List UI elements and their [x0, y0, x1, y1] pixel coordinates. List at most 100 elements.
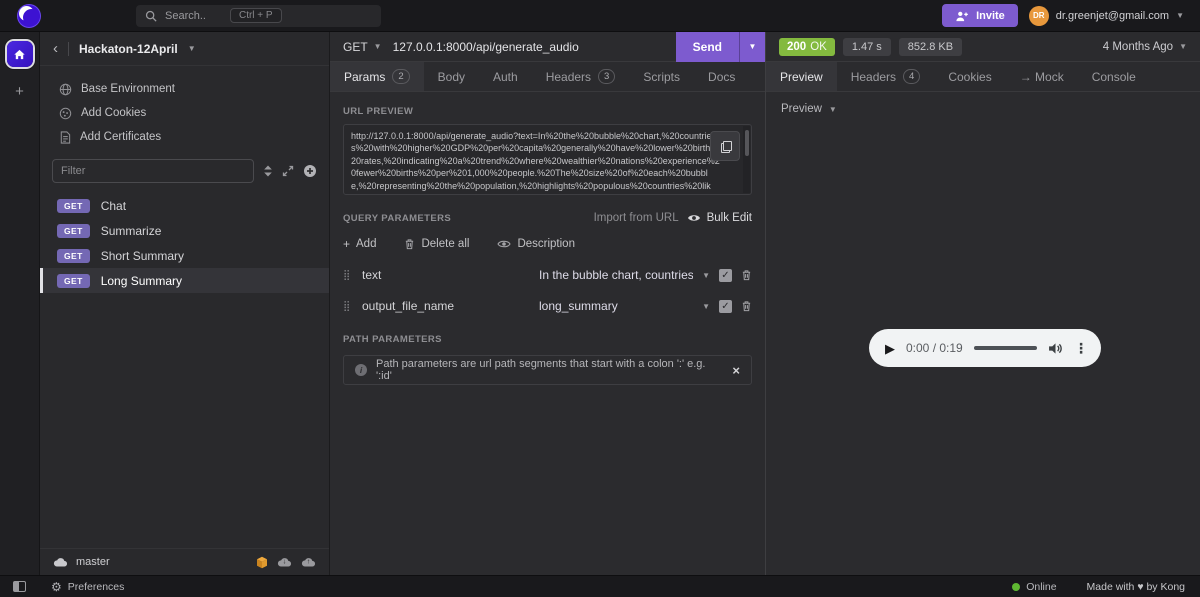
- git-branch-label[interactable]: master: [76, 556, 110, 568]
- online-status[interactable]: Online: [1012, 581, 1057, 593]
- close-icon[interactable]: ×: [732, 363, 740, 378]
- drag-handle-icon[interactable]: ⣿: [343, 270, 353, 281]
- bulk-edit-label: Bulk Edit: [706, 212, 752, 224]
- param-value-input[interactable]: In the bubble chart, countries with hig: [539, 268, 693, 282]
- tab-label: Cookies: [948, 69, 992, 84]
- add-cookies-item[interactable]: Add Cookies: [40, 101, 329, 125]
- tab-body[interactable]: Body: [424, 62, 479, 91]
- audio-seek-slider[interactable]: [973, 346, 1037, 350]
- request-pane: GET ▼ 127.0.0.1:8000/api/generate_audio …: [330, 31, 765, 575]
- avatar: DR: [1028, 5, 1049, 26]
- tab-params[interactable]: Params 2: [330, 62, 424, 91]
- param-row-text: ⣿ text In the bubble chart, countries wi…: [343, 268, 752, 282]
- workspace-rail: +: [0, 32, 40, 575]
- param-enabled-checkbox[interactable]: ✓: [719, 268, 732, 282]
- cloud-pull-icon[interactable]: ↓: [277, 557, 292, 567]
- divider: [68, 41, 69, 56]
- base-environment-item[interactable]: Base Environment: [40, 77, 329, 101]
- request-url-input[interactable]: 127.0.0.1:8000/api/generate_audio: [393, 40, 579, 54]
- delete-param-icon[interactable]: [741, 269, 752, 281]
- volume-icon[interactable]: [1048, 342, 1063, 355]
- request-item-summarize[interactable]: GET Summarize: [40, 218, 329, 243]
- param-row-output-file-name: ⣿ output_file_name long_summary ▼ ✓: [343, 299, 752, 313]
- info-text: Path parameters are url path segments th…: [376, 358, 706, 382]
- search-placeholder: Search..: [165, 9, 206, 22]
- response-header: 200 OK 1.47 s 852.8 KB 4 Months Ago ▼: [766, 32, 1200, 62]
- method-badge: GET: [57, 198, 90, 213]
- path-parameters-label: PATH PARAMETERS: [343, 334, 442, 345]
- request-name: Chat: [100, 198, 127, 213]
- tab-scripts[interactable]: Scripts: [629, 62, 694, 91]
- global-search-input[interactable]: Search.. Ctrl + P: [136, 4, 381, 27]
- method-dropdown[interactable]: GET ▼: [343, 40, 382, 54]
- audio-player: ▶ 0:00 / 0:19 ⋮: [869, 329, 1101, 367]
- param-enabled-checkbox[interactable]: ✓: [719, 299, 732, 313]
- copy-url-button[interactable]: [710, 131, 740, 161]
- status-text: OK: [810, 40, 827, 53]
- toggle-description-button[interactable]: Description: [497, 238, 575, 250]
- tab-auth[interactable]: Auth: [479, 62, 532, 91]
- expand-icon[interactable]: [282, 165, 294, 177]
- tab-label: Body: [437, 69, 465, 84]
- url-bar: GET ▼ 127.0.0.1:8000/api/generate_audio …: [330, 31, 765, 62]
- kong-credit: Made with ♥ by Kong: [1086, 580, 1185, 593]
- home-workspace-button[interactable]: [6, 41, 33, 67]
- preview-mode-dropdown[interactable]: Preview ▼: [766, 92, 1200, 126]
- back-button[interactable]: ‹: [53, 41, 58, 56]
- play-button[interactable]: ▶: [885, 342, 895, 355]
- request-item-long-summary[interactable]: GET Long Summary: [40, 268, 329, 293]
- param-name-input[interactable]: text: [362, 268, 530, 282]
- add-certificates-item[interactable]: Add Certificates: [40, 125, 329, 149]
- url-preview-text: http://127.0.0.1:8000/api/generate_audio…: [351, 131, 720, 194]
- toggle-sidebar-icon[interactable]: [13, 581, 26, 592]
- response-history-dropdown[interactable]: 4 Months Ago ▼: [1103, 41, 1187, 53]
- request-item-chat[interactable]: GET Chat: [40, 193, 329, 218]
- cloud-push-icon[interactable]: ↑: [301, 557, 316, 567]
- workspace-name[interactable]: Hackaton-12April: [79, 42, 178, 56]
- param-options-dropdown[interactable]: ▼: [702, 302, 710, 311]
- method-badge: GET: [57, 273, 90, 288]
- insomnia-logo-icon[interactable]: [18, 4, 40, 27]
- scrollbar[interactable]: [743, 126, 750, 193]
- param-name-input[interactable]: output_file_name: [362, 299, 530, 313]
- drag-handle-icon[interactable]: ⣿: [343, 301, 353, 312]
- delete-all-button[interactable]: Delete all: [404, 238, 469, 250]
- tab-cookies[interactable]: Cookies: [934, 62, 1005, 91]
- cloud-icon: [53, 558, 68, 567]
- params-toolbar: + Add Delete all Description: [343, 237, 752, 251]
- request-name: Summarize: [100, 223, 162, 238]
- tab-response-headers[interactable]: Headers 4: [837, 62, 935, 91]
- filter-input[interactable]: [52, 159, 254, 183]
- param-value-input[interactable]: long_summary: [539, 299, 693, 313]
- changes-cube-icon[interactable]: [256, 556, 268, 569]
- request-item-short-summary[interactable]: GET Short Summary: [40, 243, 329, 268]
- info-icon: i: [355, 364, 367, 376]
- request-tabs: Params 2 Body Auth Headers 3 Scripts Doc…: [330, 62, 765, 92]
- add-workspace-button[interactable]: +: [15, 83, 24, 100]
- send-options-button[interactable]: ▼: [739, 31, 765, 62]
- audio-menu-button[interactable]: ⋮: [1074, 341, 1088, 355]
- tab-console[interactable]: Console: [1078, 62, 1150, 91]
- sidebar-footer: master ↓ ↑: [40, 548, 329, 575]
- sort-icon[interactable]: [263, 165, 273, 177]
- chevron-down-icon[interactable]: ▼: [188, 44, 196, 53]
- delete-param-icon[interactable]: [741, 300, 752, 312]
- add-request-icon[interactable]: [303, 164, 317, 178]
- audio-time: 0:00 / 0:19: [906, 341, 963, 355]
- param-options-dropdown[interactable]: ▼: [702, 271, 710, 280]
- preferences-label: Preferences: [67, 580, 125, 593]
- tab-docs[interactable]: Docs: [694, 62, 749, 91]
- bulk-edit-button[interactable]: Bulk Edit: [687, 212, 752, 224]
- tab-mock[interactable]: → Mock: [1006, 62, 1078, 91]
- send-button[interactable]: Send: [675, 31, 739, 62]
- tab-preview[interactable]: Preview: [766, 62, 837, 91]
- copy-icon: [720, 141, 732, 153]
- account-menu[interactable]: DR dr.greenjet@gmail.com ▼: [1028, 5, 1184, 26]
- add-param-button[interactable]: + Add: [343, 237, 376, 251]
- preferences-button[interactable]: ⚙ Preferences: [51, 581, 124, 593]
- description-label: Description: [517, 238, 575, 250]
- invite-button[interactable]: Invite: [942, 4, 1018, 27]
- tab-label: → Mock: [1019, 69, 1064, 84]
- tab-headers[interactable]: Headers 3: [532, 62, 630, 91]
- import-from-url-button[interactable]: Import from URL: [594, 212, 679, 224]
